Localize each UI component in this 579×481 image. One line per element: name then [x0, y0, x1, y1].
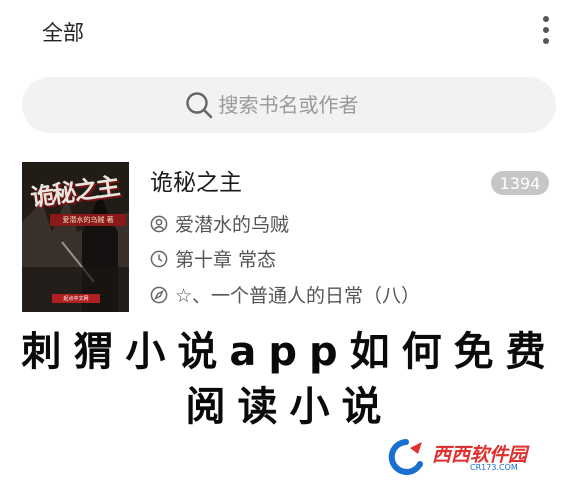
overlay-caption: 刺猬小说app如何免费 阅读小说	[0, 325, 579, 435]
search-icon	[185, 91, 213, 119]
latest-chapter-row: 第十章 常态	[150, 245, 276, 272]
search-bar[interactable]	[22, 77, 556, 133]
cover-publisher-logo: 起点中文网	[52, 294, 100, 303]
author-name: 爱潜水的乌贼	[175, 214, 290, 236]
book-list-item[interactable]: 诡秘之主 爱潜水的乌贼 著 起点中文网 诡秘之主 1394 爱潜水的乌贼 第十章…	[22, 160, 556, 312]
caption-line-2: 阅读小说	[185, 384, 394, 430]
author-row: 爱潜水的乌贼	[150, 210, 289, 237]
search-input[interactable]	[218, 93, 374, 117]
latest-chapter: 第十章 常态	[175, 249, 277, 271]
unread-count-badge: 1394	[491, 171, 549, 195]
watermark-url: CR173.COM	[470, 463, 518, 472]
site-watermark-logo: 西西软件园 CR173.COM	[384, 436, 564, 476]
more-options-icon[interactable]	[536, 14, 556, 46]
book-cover[interactable]: 诡秘之主 爱潜水的乌贼 著 起点中文网	[22, 162, 129, 312]
top-bar: 全部	[0, 0, 579, 66]
filter-all-label[interactable]: 全部	[42, 17, 84, 47]
reading-chapter: ☆、一个普通人的日常（八）	[175, 285, 421, 307]
clock-icon	[150, 250, 168, 268]
user-circle-icon	[150, 215, 168, 233]
book-title: 诡秘之主	[150, 170, 242, 196]
cover-author-text: 爱潜水的乌贼 著	[50, 214, 126, 226]
compass-icon	[150, 286, 168, 304]
reading-progress-row: ☆、一个普通人的日常（八）	[150, 281, 420, 308]
caption-line-1: 刺猬小说app如何免费	[21, 329, 558, 375]
